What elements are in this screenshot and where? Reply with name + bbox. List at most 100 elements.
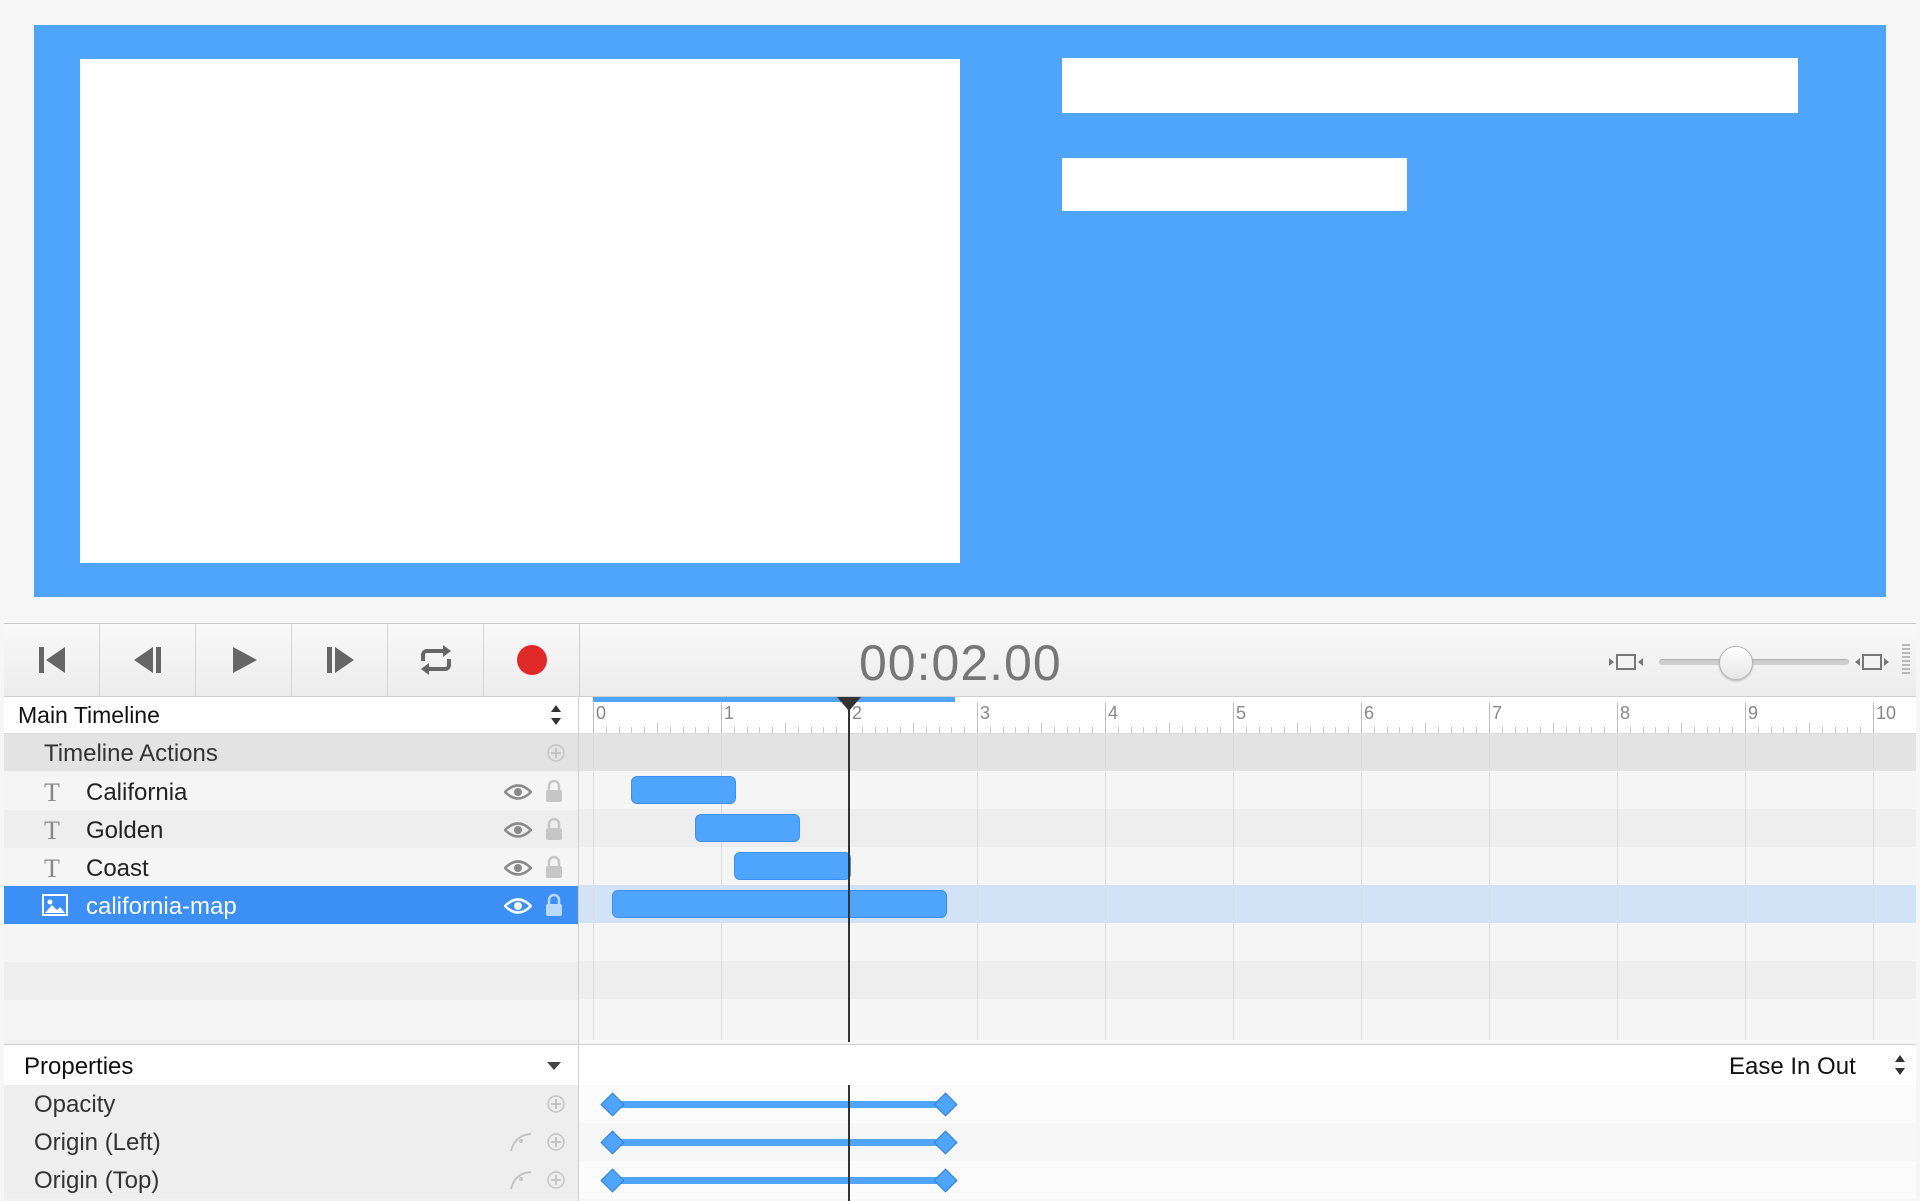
ruler-minor-tick xyxy=(605,727,607,733)
motion-path-icon[interactable] xyxy=(509,1131,535,1153)
keyframe-span[interactable] xyxy=(612,1139,945,1146)
animation-bar-california[interactable] xyxy=(631,776,736,804)
ruler-minor-tick xyxy=(1053,727,1055,733)
ruler-major-tick xyxy=(1361,703,1362,733)
eye-icon[interactable] xyxy=(504,859,532,877)
step-back-button[interactable] xyxy=(100,624,196,696)
playhead-line[interactable] xyxy=(848,699,850,1042)
eye-icon[interactable] xyxy=(504,897,532,915)
lock-icon[interactable] xyxy=(545,893,563,917)
keyframe-diamond[interactable] xyxy=(933,1092,958,1117)
play-button[interactable] xyxy=(196,624,292,696)
ruler-tick-label: 7 xyxy=(1492,703,1503,723)
animation-bar-california-map[interactable] xyxy=(612,890,947,918)
add-action-icon[interactable] xyxy=(547,744,565,762)
step-back-icon xyxy=(133,647,161,673)
keyframe-span[interactable] xyxy=(612,1177,945,1184)
add-keyframe-icon[interactable] xyxy=(547,1133,565,1151)
keyframe-diamond[interactable] xyxy=(933,1168,958,1193)
ruler-tick-label: 8 xyxy=(1620,703,1631,723)
layer-row-california-map[interactable]: california-map xyxy=(4,886,578,924)
track-row xyxy=(579,999,1916,1040)
ruler-minor-tick xyxy=(1604,727,1606,733)
ruler-tick-label: 1 xyxy=(724,703,735,723)
ruler-minor-tick xyxy=(1437,727,1439,733)
easing-selector[interactable]: Ease In Out xyxy=(1729,1053,1856,1081)
keyframe-diamond[interactable] xyxy=(600,1130,625,1155)
layer-row-california[interactable]: T California xyxy=(4,772,578,810)
animation-bar-coast[interactable] xyxy=(733,852,851,880)
timeline-selector[interactable]: Main Timeline xyxy=(4,697,578,734)
ruler-minor-tick xyxy=(1092,727,1094,733)
keyframe-diamond[interactable] xyxy=(600,1168,625,1193)
lock-icon[interactable] xyxy=(545,817,563,841)
grid-line xyxy=(1105,734,1106,1040)
go-to-start-button[interactable] xyxy=(4,624,100,696)
ruler-major-tick xyxy=(1489,703,1490,733)
animation-bar-golden[interactable] xyxy=(695,814,800,842)
text-layer-icon: T xyxy=(44,816,60,845)
zoom-out-icon[interactable] xyxy=(1609,652,1647,672)
zoom-in-icon[interactable] xyxy=(1855,652,1889,672)
chevron-down-icon[interactable] xyxy=(546,1061,562,1071)
go-to-start-icon xyxy=(38,647,65,673)
layer-name: Coast xyxy=(86,855,149,882)
work-area-indicator xyxy=(593,697,955,702)
keyframe-diamond[interactable] xyxy=(933,1130,958,1155)
layer-row-coast[interactable]: T Coast xyxy=(4,848,578,886)
ruler-minor-tick xyxy=(900,727,902,733)
keyframe-diamond[interactable] xyxy=(600,1092,625,1117)
up-down-arrows-icon[interactable] xyxy=(1894,1053,1906,1077)
ruler-minor-tick xyxy=(1386,727,1388,733)
motion-path-icon[interactable] xyxy=(509,1169,535,1191)
property-row[interactable]: Origin (Top) xyxy=(4,1161,1916,1199)
text-element-california[interactable] xyxy=(1062,58,1798,113)
up-down-arrows-icon xyxy=(551,705,561,725)
zoom-slider-track[interactable] xyxy=(1659,659,1849,665)
ruler-minor-tick xyxy=(682,727,684,733)
text-element-golden[interactable] xyxy=(1062,158,1407,211)
loop-button[interactable] xyxy=(388,624,484,696)
timeline-actions-row[interactable]: Timeline Actions xyxy=(4,734,578,771)
divider xyxy=(578,1045,579,1085)
california-map-element[interactable] xyxy=(80,59,960,563)
ruler-minor-tick xyxy=(925,727,927,733)
zoom-slider-knob[interactable] xyxy=(1719,646,1753,680)
ruler-major-tick xyxy=(1873,703,1874,733)
record-button[interactable] xyxy=(484,624,580,696)
eye-icon[interactable] xyxy=(504,821,532,839)
ruler-minor-tick xyxy=(1373,727,1375,733)
add-keyframe-icon[interactable] xyxy=(547,1095,565,1113)
timeline-panel: 00:02.00 Main Timeline Timeline Actions … xyxy=(4,623,1916,1201)
ruler-minor-tick xyxy=(1284,727,1286,733)
lock-icon[interactable] xyxy=(545,855,563,879)
ruler-minor-tick xyxy=(1847,727,1849,733)
ruler-minor-tick xyxy=(772,727,774,733)
property-row[interactable]: Origin (Left) xyxy=(4,1123,1916,1161)
add-keyframe-icon[interactable] xyxy=(547,1171,565,1189)
ruler-minor-tick xyxy=(1412,727,1414,733)
ruler-minor-tick xyxy=(797,727,799,733)
playback-toolbar: 00:02.00 xyxy=(4,624,1916,697)
timecode-display: 00:02.00 xyxy=(859,635,1062,691)
keyframe-span[interactable] xyxy=(612,1101,945,1108)
actions-track xyxy=(579,734,1916,771)
playhead-handle[interactable] xyxy=(837,697,861,711)
ruler-minor-tick xyxy=(644,727,646,733)
track-area[interactable] xyxy=(579,734,1916,1040)
empty-row xyxy=(4,962,578,1000)
time-ruler[interactable]: 0 1 2 3 4 5 6 7 8 9 10 xyxy=(579,697,1916,734)
layer-row-golden[interactable]: T Golden xyxy=(4,810,578,848)
ruler-minor-tick xyxy=(1655,727,1657,733)
property-row[interactable]: Opacity xyxy=(4,1085,1916,1123)
properties-label[interactable]: Properties xyxy=(24,1053,133,1081)
lock-icon[interactable] xyxy=(545,779,563,803)
step-forward-button[interactable] xyxy=(292,624,388,696)
ruler-minor-tick xyxy=(1450,727,1452,733)
grid-line xyxy=(1361,734,1362,1040)
eye-icon[interactable] xyxy=(504,783,532,801)
stage-canvas[interactable] xyxy=(34,25,1886,597)
empty-row xyxy=(4,1000,578,1040)
ruler-minor-tick xyxy=(695,727,697,733)
panel-resize-grip[interactable] xyxy=(1902,644,1910,676)
